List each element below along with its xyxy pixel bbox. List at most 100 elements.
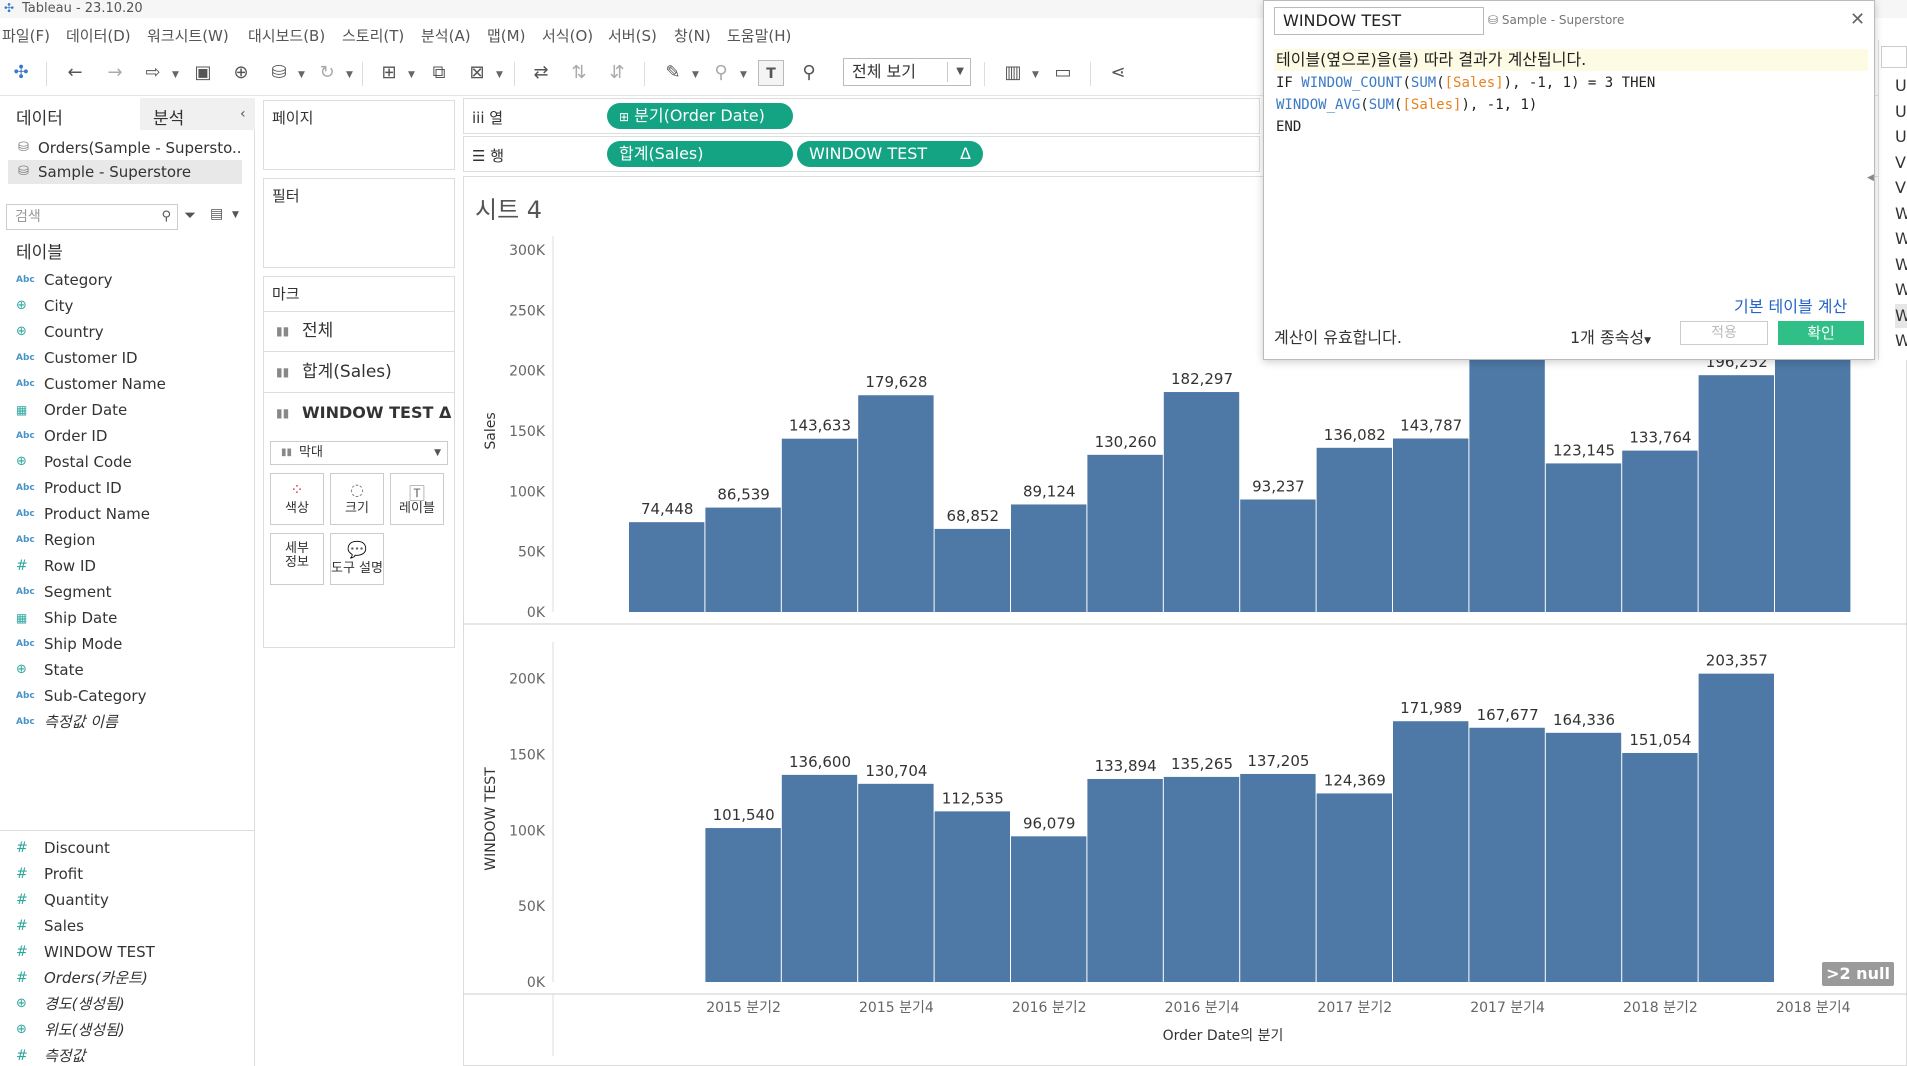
field-item[interactable]: Abc Product ID: [0, 476, 254, 500]
field-item[interactable]: ⊕ Country: [0, 320, 254, 344]
bar-mark[interactable]: [934, 528, 1010, 612]
field-item[interactable]: ▦ Ship Date: [0, 606, 254, 630]
clear-sheet-icon[interactable]: ⊠: [464, 60, 490, 86]
function-list-item[interactable]: W: [1895, 329, 1907, 353]
label-button[interactable]: 🅃 레이블: [390, 473, 444, 525]
bar-mark[interactable]: [1698, 375, 1774, 612]
field-item[interactable]: Abc Region: [0, 528, 254, 552]
menu-dashboard[interactable]: 대시보드(B): [248, 25, 325, 46]
bar-mark[interactable]: [1622, 450, 1698, 612]
field-item[interactable]: # Orders(카운트): [0, 966, 254, 990]
function-list-item[interactable]: W: [1895, 227, 1907, 251]
bar-mark[interactable]: [858, 783, 934, 982]
function-list-item[interactable]: W: [1895, 253, 1907, 277]
bar-mark[interactable]: [705, 507, 781, 612]
function-list-item[interactable]: V: [1895, 151, 1907, 175]
sort-asc-icon[interactable]: ⇅: [566, 60, 592, 86]
tableau-home-icon[interactable]: ✣: [8, 60, 34, 86]
bar-mark[interactable]: [1545, 463, 1622, 612]
bar-mark[interactable]: [1163, 776, 1240, 982]
replay-icon[interactable]: ⇨: [140, 60, 166, 86]
field-item[interactable]: ⊕ City: [0, 294, 254, 318]
function-list-item[interactable]: V: [1895, 176, 1907, 200]
save-icon[interactable]: ▣: [190, 60, 216, 86]
menu-data[interactable]: 데이터(D): [66, 25, 131, 46]
menu-map[interactable]: 맵(M): [487, 25, 525, 46]
bar-mark[interactable]: [1469, 727, 1545, 982]
pill-sum-sales[interactable]: 합계(Sales): [607, 141, 793, 167]
field-item[interactable]: ⊕ 위도(생성됨): [0, 1018, 254, 1042]
bar-mark[interactable]: [858, 395, 934, 612]
menu-analysis[interactable]: 분석(A): [421, 25, 471, 46]
collapse-pane-icon[interactable]: ‹: [240, 106, 246, 122]
apply-button[interactable]: 적용: [1680, 321, 1768, 345]
filters-card[interactable]: 필터: [263, 178, 455, 268]
new-sheet-icon[interactable]: ⊞: [376, 60, 402, 86]
function-list-item[interactable]: W: [1895, 202, 1907, 226]
rows-shelf[interactable]: ☰ 행 합계(Sales) WINDOW TEST Δ: [463, 136, 1260, 172]
ok-button[interactable]: 확인: [1778, 321, 1864, 345]
field-item[interactable]: # Row ID: [0, 554, 254, 578]
bar-mark[interactable]: [934, 811, 1010, 982]
bar-mark[interactable]: [1163, 392, 1240, 612]
view-options-icon[interactable]: ▤: [210, 206, 223, 222]
close-icon[interactable]: ✕: [1850, 9, 1865, 30]
field-item[interactable]: ⊕ 경도(생성됨): [0, 992, 254, 1016]
field-item[interactable]: # 측정값: [0, 1044, 254, 1066]
collapse-icon[interactable]: ◀: [1867, 173, 1874, 183]
default-table-calc-link[interactable]: 기본 테이블 계산: [1734, 293, 1847, 317]
tab-data[interactable]: 데이터: [16, 104, 63, 129]
menu-window[interactable]: 창(N): [674, 25, 711, 46]
refresh-icon[interactable]: ↻: [314, 60, 340, 86]
function-list-item[interactable]: U: [1895, 100, 1907, 124]
highlight-icon[interactable]: ✎: [660, 60, 686, 86]
datasource-item-selected[interactable]: ⛁ Sample - Superstore: [8, 160, 242, 184]
menu-help[interactable]: 도움말(H): [727, 25, 791, 46]
field-item[interactable]: # Quantity: [0, 888, 254, 912]
function-list-item[interactable]: U: [1895, 74, 1907, 98]
bar-mark[interactable]: [1240, 499, 1316, 612]
new-datasource-icon[interactable]: ⊕: [228, 60, 254, 86]
bar-mark[interactable]: [629, 522, 705, 612]
field-item[interactable]: ⊕ State: [0, 658, 254, 682]
marks-sum-sales[interactable]: ▮▮ 합계(Sales): [272, 356, 452, 388]
datasource-item[interactable]: ⛁ Orders(Sample - Supersto...: [8, 136, 242, 160]
field-item[interactable]: Abc Sub-Category: [0, 684, 254, 708]
size-button[interactable]: ◌ 크기: [330, 473, 384, 525]
mark-type-select[interactable]: ▮▮ 막대 ▼: [270, 441, 448, 465]
columns-shelf[interactable]: iii 열 ⊞ 분기(Order Date): [463, 98, 1260, 134]
bar-mark[interactable]: [1011, 836, 1087, 982]
dependencies-dropdown[interactable]: 1개 종속성▼: [1570, 324, 1651, 348]
detail-button[interactable]: 세부 정보: [270, 533, 324, 585]
undo-icon[interactable]: ←: [62, 60, 88, 86]
menu-format[interactable]: 서식(O): [542, 25, 593, 46]
replay-dropdown-icon[interactable]: ▼: [172, 70, 179, 80]
calc-name-input[interactable]: WINDOW TEST: [1274, 7, 1484, 35]
duplicate-sheet-icon[interactable]: ⧉: [426, 60, 452, 86]
tooltip-button[interactable]: 💬 도구 설명: [330, 533, 384, 585]
view-size-select[interactable]: 전체 보기 ▼: [843, 58, 971, 86]
function-list-item[interactable]: W: [1895, 278, 1907, 302]
bar-mark[interactable]: [1698, 673, 1774, 982]
function-search-input[interactable]: [1881, 46, 1907, 68]
field-item[interactable]: Abc Segment: [0, 580, 254, 604]
marks-window-test[interactable]: ▮▮ WINDOW TEST Δ: [272, 397, 452, 429]
field-item[interactable]: Abc Ship Mode: [0, 632, 254, 656]
field-item[interactable]: Abc 측정값 이름: [0, 710, 254, 734]
chevron-down-icon[interactable]: ▼: [232, 210, 239, 220]
bar-mark[interactable]: [705, 828, 781, 982]
calc-code-line-3[interactable]: END: [1276, 119, 1301, 135]
field-item[interactable]: Abc Order ID: [0, 424, 254, 448]
pin-icon[interactable]: ⚲: [796, 60, 822, 86]
field-item[interactable]: ⊕ Postal Code: [0, 450, 254, 474]
bar-mark[interactable]: [1240, 773, 1316, 982]
search-input[interactable]: 검색 ⚲: [6, 204, 178, 230]
field-item[interactable]: Abc Category: [0, 268, 254, 292]
calc-code-line-1[interactable]: IF WINDOW_COUNT(SUM([Sales]), -1, 1) = 3…: [1276, 75, 1655, 91]
marks-all[interactable]: ▮▮ 전체: [272, 315, 452, 347]
field-item[interactable]: Abc Customer Name: [0, 372, 254, 396]
pill-quarter-order-date[interactable]: ⊞ 분기(Order Date): [607, 103, 793, 129]
bar-mark[interactable]: [1393, 721, 1469, 982]
bar-mark[interactable]: [1622, 752, 1698, 982]
redo-icon[interactable]: →: [102, 60, 128, 86]
